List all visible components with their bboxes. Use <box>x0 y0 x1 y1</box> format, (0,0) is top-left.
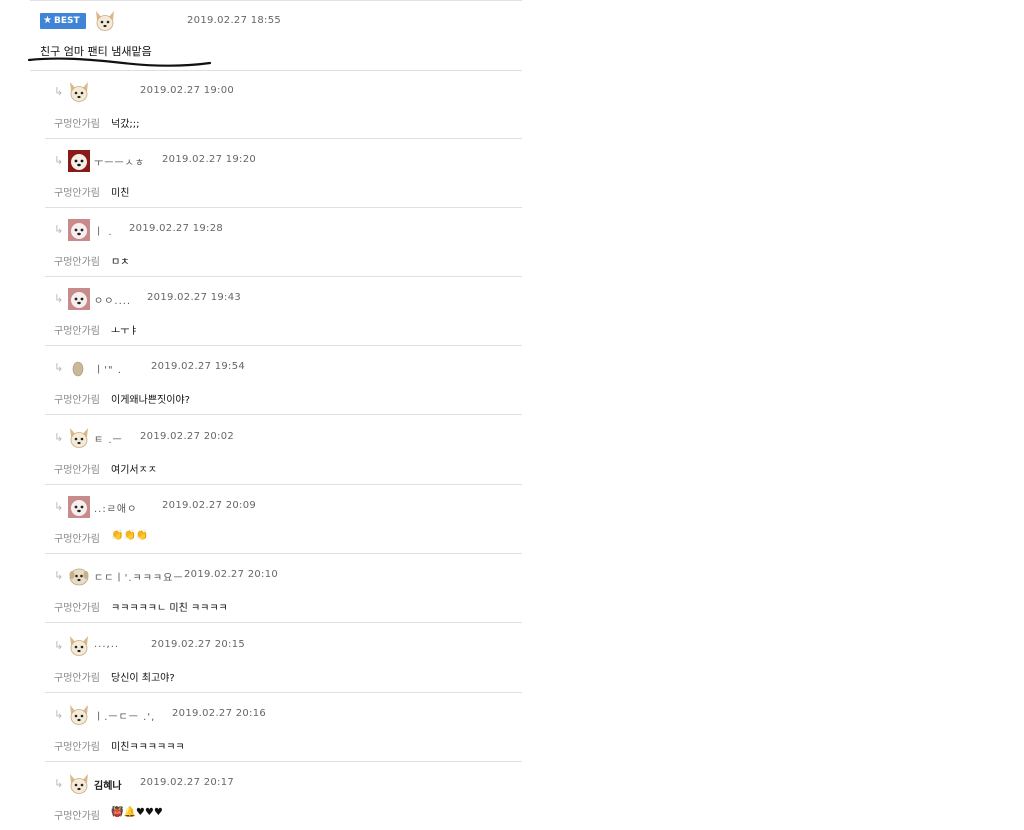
dog-red-icon <box>68 150 90 172</box>
reply-nickname[interactable]: ...,.. <box>94 639 119 650</box>
reply-message: ㅁㅊ <box>111 257 130 268</box>
reply-target: 구멍안가림 <box>54 188 100 199</box>
reply-item: ↳ 김혜나 2019.02.27 20:17 구멍안가림 👹🔔♥♥♥ <box>45 762 522 830</box>
reply-timestamp: 2019.02.27 20:15 <box>151 639 246 650</box>
reply-target: 구멍안가림 <box>54 534 100 545</box>
reply-target: 구멍안가림 <box>54 603 100 614</box>
reply-timestamp: 2019.02.27 20:09 <box>162 500 257 511</box>
reply-target: 구멍안가림 <box>54 326 100 337</box>
reply-target: 구멍안가림 <box>54 811 100 822</box>
reply-arrow-icon: ↳ <box>54 569 64 582</box>
reply-nickname[interactable]: ㄷㄷㅣ'.ㅋㅋㅋ요ㅡ <box>94 569 184 584</box>
reply-message: 넉갔;;; <box>111 119 140 130</box>
dog-white-icon <box>70 636 88 656</box>
reply-message: ㅋㅋㅋㅋㅋㄴ 미친 ㅋㅋㅋㅋ <box>111 603 228 614</box>
reply-nickname[interactable]: 김혜나 <box>94 777 122 792</box>
reply-nickname[interactable]: ㅣ'" . <box>94 361 122 376</box>
reply-target: 구멍안가림 <box>54 257 100 268</box>
best-comment: ★ BEST 2019.02.27 18:55 친구 엄마 팬티 냄새맡음 <box>28 0 522 71</box>
reply-nickname[interactable]: ㅇㅇ.... <box>94 292 131 307</box>
avatar[interactable] <box>68 704 90 726</box>
dog-pink-icon <box>68 288 90 310</box>
comment-timestamp: 2019.02.27 18:55 <box>187 15 282 26</box>
reply-target: 구멍안가림 <box>54 119 100 130</box>
avatar[interactable] <box>68 81 90 103</box>
reply-message: 미친 <box>111 188 130 199</box>
reply-nickname[interactable]: ㅜㅡㅡㅅㅎ <box>94 154 145 169</box>
reply-nickname[interactable]: ㅌ .ㅡ <box>94 431 123 446</box>
reply-target: 구멍안가림 <box>54 742 100 753</box>
reply-item: ↳ 2019.02.27 19:00 구멍안가림 넉갔;;; <box>45 70 522 139</box>
avatar[interactable] <box>68 427 90 449</box>
reply-timestamp: 2019.02.27 19:43 <box>147 292 242 303</box>
dog-pink-icon <box>68 219 90 241</box>
reply-item: ↳ ㅜㅡㅡㅅㅎ 2019.02.27 19:20 구멍안가림 미친 <box>45 139 522 208</box>
avatar[interactable] <box>68 357 90 379</box>
reply-arrow-icon: ↳ <box>54 431 64 444</box>
reply-arrow-icon: ↳ <box>54 500 64 513</box>
reply-timestamp: 2019.02.27 20:16 <box>172 708 267 719</box>
reply-message: 미친ㅋㅋㅋㅋㅋㅋ <box>111 742 185 753</box>
reply-message: 여기서ㅈㅈ <box>111 465 157 476</box>
dog-white-icon <box>96 11 114 31</box>
reply-arrow-icon: ↳ <box>54 777 64 790</box>
avatar[interactable] <box>68 219 90 241</box>
reply-nickname[interactable]: ..:ㄹ애ㅇ <box>94 500 137 515</box>
avatar[interactable] <box>68 635 90 657</box>
handwritten-underline <box>28 57 212 67</box>
reply-arrow-icon: ↳ <box>54 361 64 374</box>
reply-item: ↳ ㅣ.ㅡㄷㅡ .', 2019.02.27 20:16 구멍안가림 미친ㅋㅋㅋ… <box>45 693 522 762</box>
reply-timestamp: 2019.02.27 19:28 <box>129 223 224 234</box>
reply-message: ㅗㅜㅑ <box>111 326 139 337</box>
reply-item: ↳ ...,.. 2019.02.27 20:15 구멍안가림 당신이 최고야? <box>45 624 522 693</box>
star-icon: ★ <box>43 15 52 26</box>
reply-arrow-icon: ↳ <box>54 85 64 98</box>
reply-target: 구멍안가림 <box>54 673 100 684</box>
reply-item: ↳ ㅣ . 2019.02.27 19:28 구멍안가림 ㅁㅊ <box>45 208 522 277</box>
best-badge: ★ BEST <box>40 13 86 29</box>
reply-item: ↳ ..:ㄹ애ㅇ 2019.02.27 20:09 구멍안가림 👏👏👏 <box>45 485 522 554</box>
avatar[interactable] <box>68 565 90 587</box>
reply-item: ↳ ㄷㄷㅣ'.ㅋㅋㅋ요ㅡ 2019.02.27 20:10 구멍안가림 ㅋㅋㅋㅋ… <box>45 554 522 623</box>
reply-target: 구멍안가림 <box>54 395 100 406</box>
reply-arrow-icon: ↳ <box>54 154 64 167</box>
reply-timestamp: 2019.02.27 20:02 <box>140 431 235 442</box>
dog-pink-icon <box>68 496 90 518</box>
avatar[interactable] <box>94 10 116 32</box>
reply-arrow-icon: ↳ <box>54 292 64 305</box>
dog-white-icon <box>70 774 88 794</box>
reply-nickname[interactable]: ㅣ.ㅡㄷㅡ .', <box>94 708 155 723</box>
puppy-icon <box>69 568 89 586</box>
reply-message: 👏👏👏 <box>111 530 149 541</box>
reply-arrow-icon: ↳ <box>54 708 64 721</box>
reply-target: 구멍안가림 <box>54 465 100 476</box>
reply-timestamp: 2019.02.27 19:54 <box>151 361 246 372</box>
reply-message: 이게왜나쁜짓이야? <box>111 395 190 406</box>
reply-item: ↳ ㅌ .ㅡ 2019.02.27 20:02 구멍안가림 여기서ㅈㅈ <box>45 416 522 485</box>
reply-item: ↳ ㅣ'" . 2019.02.27 19:54 구멍안가림 이게왜나쁜짓이야? <box>45 346 522 415</box>
reply-timestamp: 2019.02.27 19:00 <box>140 85 235 96</box>
dog-white-icon <box>70 705 88 725</box>
egg-icon <box>72 361 84 377</box>
reply-arrow-icon: ↳ <box>54 639 64 652</box>
reply-arrow-icon: ↳ <box>54 223 64 236</box>
best-badge-label: BEST <box>53 16 80 26</box>
avatar[interactable] <box>68 496 90 518</box>
avatar[interactable] <box>68 288 90 310</box>
avatar[interactable] <box>68 150 90 172</box>
reply-message: 👹🔔♥♥♥ <box>111 807 163 818</box>
reply-item: ↳ ㅇㅇ.... 2019.02.27 19:43 구멍안가림 ㅗㅜㅑ <box>45 277 522 346</box>
dog-white-icon <box>70 82 88 102</box>
reply-nickname[interactable]: ㅣ . <box>94 223 113 238</box>
reply-timestamp: 2019.02.27 20:10 <box>184 569 279 580</box>
reply-timestamp: 2019.02.27 20:17 <box>140 777 235 788</box>
reply-timestamp: 2019.02.27 19:20 <box>162 154 257 165</box>
avatar[interactable] <box>68 773 90 795</box>
reply-message: 당신이 최고야? <box>111 673 175 684</box>
dog-white-icon <box>70 428 88 448</box>
